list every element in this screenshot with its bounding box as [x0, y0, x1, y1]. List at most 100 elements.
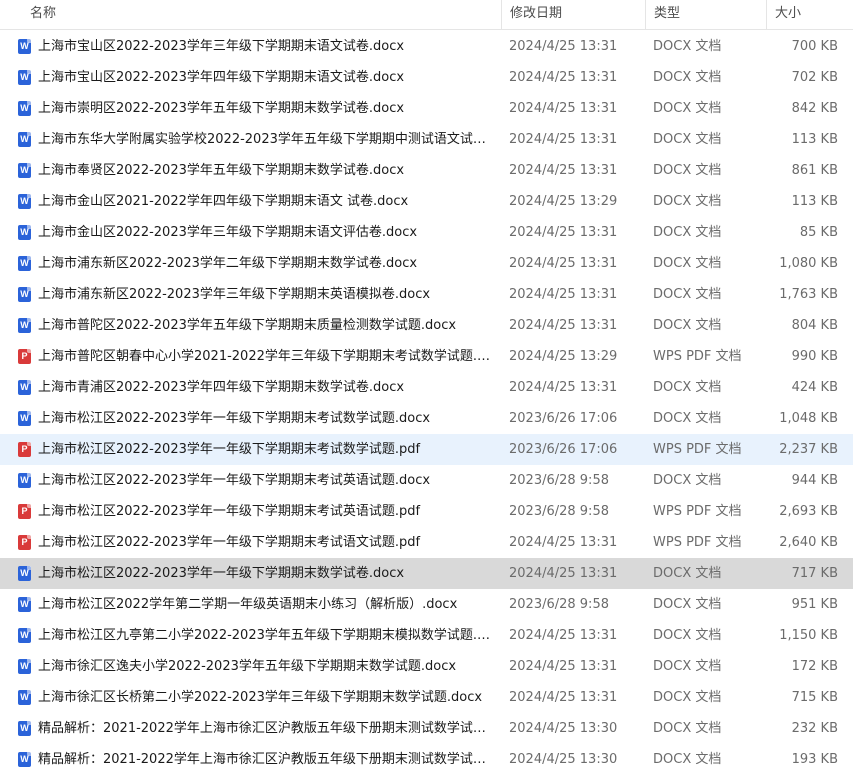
file-row[interactable]: W 上海市徐汇区长桥第二小学2022-2023学年三年级下学期期末数学试题.doc… [0, 682, 853, 713]
file-type: DOCX 文档 [653, 380, 722, 395]
file-row[interactable]: W 上海市松江区2022-2023学年一年级下学期期末考试英语试题.docx 202… [0, 465, 853, 496]
file-size: 842 KB [791, 101, 838, 116]
file-name: 上海市金山区2022-2023学年三年级下学期期末语文评估卷.docx [38, 225, 418, 240]
file-type: WPS PDF 文档 [653, 442, 742, 457]
word-document-icon: W [18, 566, 31, 581]
file-modified-date: 2024/4/25 13:31 [509, 380, 618, 395]
pdf-document-icon: P [18, 349, 31, 364]
file-name: 上海市普陀区2022-2023学年五年级下学期期末质量检测数学试题.docx [38, 318, 457, 333]
column-header-type[interactable]: 类型 [645, 0, 765, 29]
word-document-icon: W [18, 132, 31, 147]
file-name: 上海市松江区2022学年第二学期一年级英语期末小练习（解析版）.docx [38, 597, 458, 612]
word-document-icon: W [18, 70, 31, 85]
file-type: DOCX 文档 [653, 721, 722, 736]
file-modified-date: 2024/4/25 13:29 [509, 349, 618, 364]
file-modified-date: 2024/4/25 13:29 [509, 194, 618, 209]
file-row[interactable]: W 上海市松江区2022学年第二学期一年级英语期末小练习（解析版）.docx 202… [0, 589, 853, 620]
file-row[interactable]: W 精品解析：2021-2022学年上海市徐汇区沪教版五年级下册期末测试数学试卷（… [0, 744, 853, 775]
file-row[interactable]: W 精品解析：2021-2022学年上海市徐汇区沪教版五年级下册期末测试数学试卷（… [0, 713, 853, 744]
word-document-icon: W [18, 163, 31, 178]
column-header-type-label: 类型 [654, 6, 681, 21]
file-type: WPS PDF 文档 [653, 535, 742, 550]
file-size: 232 KB [791, 721, 838, 736]
file-modified-date: 2023/6/26 17:06 [509, 411, 618, 426]
file-modified-date: 2024/4/25 13:31 [509, 318, 618, 333]
file-name: 上海市金山区2021-2022学年四年级下学期期末语文 试卷.docx [38, 194, 409, 209]
file-type: DOCX 文档 [653, 628, 722, 643]
file-row[interactable]: W 上海市金山区2021-2022学年四年级下学期期末语文 试卷.docx 2024… [0, 186, 853, 217]
file-type: DOCX 文档 [653, 566, 722, 581]
file-size: 861 KB [791, 163, 838, 178]
file-row[interactable]: W 上海市松江区2022-2023学年一年级下学期期末考试数学试题.docx 202… [0, 403, 853, 434]
file-size: 113 KB [791, 194, 838, 209]
file-size: 1,763 KB [779, 287, 838, 302]
word-document-icon: W [18, 628, 31, 643]
file-type: WPS PDF 文档 [653, 504, 742, 519]
file-row[interactable]: W 上海市浦东新区2022-2023学年二年级下学期期末数学试卷.docx 2024… [0, 248, 853, 279]
file-size: 424 KB [791, 380, 838, 395]
file-type: DOCX 文档 [653, 194, 722, 209]
file-size: 990 KB [791, 349, 838, 364]
file-row[interactable]: P 上海市松江区2022-2023学年一年级下学期期末考试数学试题.pdf 2023… [0, 434, 853, 465]
file-row[interactable]: W 上海市宝山区2022-2023学年三年级下学期期末语文试卷.docx 2024/… [0, 31, 853, 62]
file-name: 上海市青浦区2022-2023学年四年级下学期期末数学试卷.docx [38, 380, 405, 395]
column-header-size[interactable]: 大小 [766, 0, 853, 29]
file-size: 113 KB [791, 132, 838, 147]
column-header-date[interactable]: 修改日期 [501, 0, 644, 29]
file-modified-date: 2024/4/25 13:31 [509, 163, 618, 178]
file-size: 1,150 KB [779, 628, 838, 643]
file-type: DOCX 文档 [653, 163, 722, 178]
file-name: 上海市松江区九亭第二小学2022-2023学年五年级下学期期末模拟数学试题.do… [38, 628, 496, 643]
file-row[interactable]: W 上海市崇明区2022-2023学年五年级下学期期末数学试卷.docx 2024/… [0, 93, 853, 124]
file-row[interactable]: W 上海市徐汇区逸夫小学2022-2023学年五年级下学期期末数学试题.docx 2… [0, 651, 853, 682]
file-modified-date: 2024/4/25 13:31 [509, 659, 618, 674]
word-document-icon: W [18, 721, 31, 736]
file-name: 上海市松江区2022-2023学年一年级下学期期末数学试卷.docx [38, 566, 405, 581]
file-type: DOCX 文档 [653, 597, 722, 612]
file-name: 上海市浦东新区2022-2023学年三年级下学期期末英语模拟卷.docx [38, 287, 431, 302]
file-type: DOCX 文档 [653, 132, 722, 147]
file-modified-date: 2024/4/25 13:31 [509, 628, 618, 643]
word-document-icon: W [18, 380, 31, 395]
word-document-icon: W [18, 473, 31, 488]
file-size: 2,640 KB [779, 535, 838, 550]
pdf-document-icon: P [18, 535, 31, 550]
file-type: DOCX 文档 [653, 318, 722, 333]
file-name: 精品解析：2021-2022学年上海市徐汇区沪教版五年级下册期末测试数学试卷（原… [38, 752, 496, 767]
file-row[interactable]: W 上海市青浦区2022-2023学年四年级下学期期末数学试卷.docx 2024/… [0, 372, 853, 403]
file-name: 上海市松江区2022-2023学年一年级下学期期末考试英语试题.docx [38, 473, 431, 488]
file-row[interactable]: P 上海市松江区2022-2023学年一年级下学期期末考试语文试题.pdf 2024… [0, 527, 853, 558]
file-modified-date: 2024/4/25 13:31 [509, 256, 618, 271]
file-type: DOCX 文档 [653, 225, 722, 240]
file-row[interactable]: W 上海市松江区2022-2023学年一年级下学期期末数学试卷.docx 2024/… [0, 558, 853, 589]
file-row[interactable]: W 上海市普陀区2022-2023学年五年级下学期期末质量检测数学试题.docx 2… [0, 310, 853, 341]
file-name: 上海市宝山区2022-2023学年三年级下学期期末语文试卷.docx [38, 39, 405, 54]
file-row[interactable]: P 上海市普陀区朝春中心小学2021-2022学年三年级下学期期末考试数学试题.p… [0, 341, 853, 372]
file-type: DOCX 文档 [653, 39, 722, 54]
file-modified-date: 2024/4/25 13:31 [509, 225, 618, 240]
file-row[interactable]: W 上海市浦东新区2022-2023学年三年级下学期期末英语模拟卷.docx 202… [0, 279, 853, 310]
file-row[interactable]: P 上海市松江区2022-2023学年一年级下学期期末考试英语试题.pdf 2023… [0, 496, 853, 527]
file-name: 上海市奉贤区2022-2023学年五年级下学期期末数学试卷.docx [38, 163, 405, 178]
file-row[interactable]: W 上海市松江区九亭第二小学2022-2023学年五年级下学期期末模拟数学试题.d… [0, 620, 853, 651]
file-row[interactable]: W 上海市金山区2022-2023学年三年级下学期期末语文评估卷.docx 2024… [0, 217, 853, 248]
word-document-icon: W [18, 287, 31, 302]
word-document-icon: W [18, 39, 31, 54]
file-name: 上海市崇明区2022-2023学年五年级下学期期末数学试卷.docx [38, 101, 405, 116]
pdf-document-icon: P [18, 442, 31, 457]
file-type: DOCX 文档 [653, 411, 722, 426]
file-type: DOCX 文档 [653, 473, 722, 488]
file-modified-date: 2024/4/25 13:31 [509, 39, 618, 54]
file-size: 1,048 KB [779, 411, 838, 426]
file-name: 上海市普陀区朝春中心小学2021-2022学年三年级下学期期末考试数学试题.pd… [38, 349, 496, 364]
file-name: 上海市东华大学附属实验学校2022-2023学年五年级下学期期中测试语文试卷.d… [38, 132, 496, 147]
sort-ascending-icon: ^ [259, 0, 269, 8]
column-header-name-label: 名称 [30, 6, 57, 21]
file-row[interactable]: W 上海市东华大学附属实验学校2022-2023学年五年级下学期期中测试语文试卷.… [0, 124, 853, 155]
file-modified-date: 2024/4/25 13:31 [509, 566, 618, 581]
file-size: 2,237 KB [779, 442, 838, 457]
word-document-icon: W [18, 690, 31, 705]
file-name: 上海市徐汇区长桥第二小学2022-2023学年三年级下学期期末数学试题.docx [38, 690, 483, 705]
file-row[interactable]: W 上海市宝山区2022-2023学年四年级下学期期末语文试卷.docx 2024/… [0, 62, 853, 93]
file-row[interactable]: W 上海市奉贤区2022-2023学年五年级下学期期末数学试卷.docx 2024/… [0, 155, 853, 186]
